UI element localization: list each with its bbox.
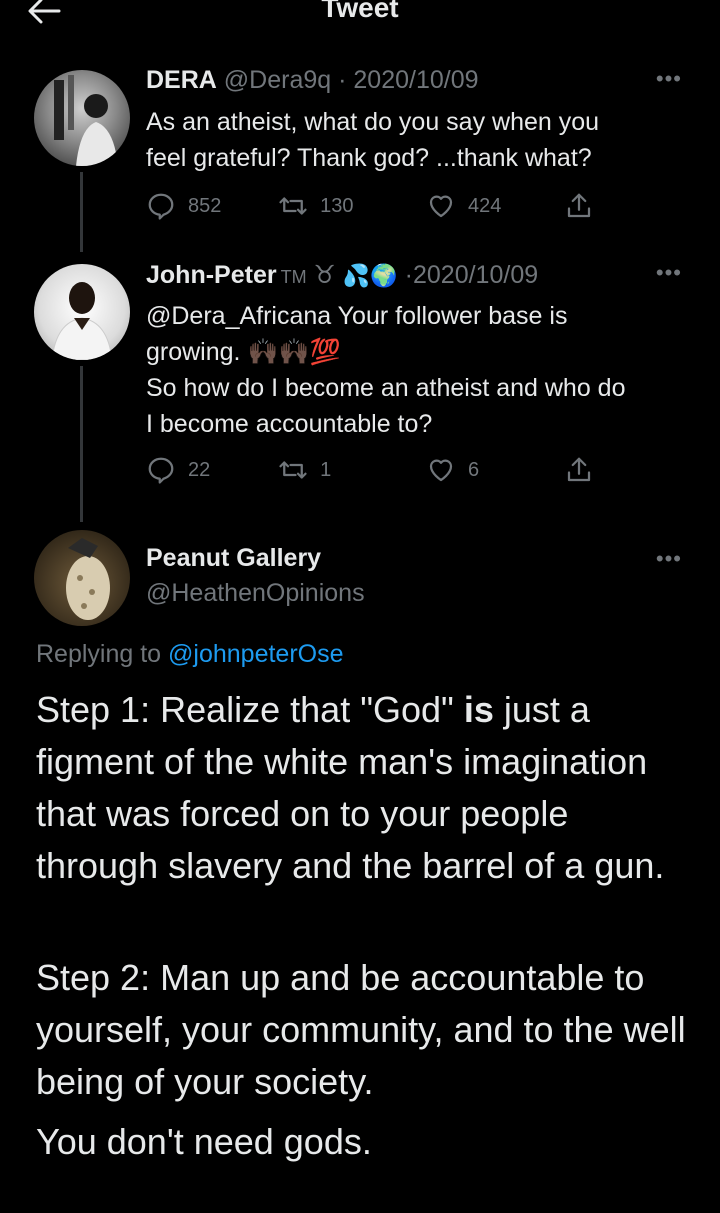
reply-icon [148, 457, 174, 484]
author-name[interactable]: Peanut Gallery [146, 544, 365, 573]
like-button[interactable]: 6 [426, 455, 564, 485]
avatar-photo [66, 538, 110, 620]
author-handle[interactable]: @Dera9q [224, 66, 331, 94]
thread-connector [80, 366, 83, 522]
retweet-count: 1 [320, 458, 332, 481]
like-button[interactable]: 424 [426, 191, 564, 221]
replying-handle-link[interactable]: @johnpeterOse [168, 640, 343, 668]
author-name[interactable]: John-Peter [146, 261, 277, 289]
reply-icon [148, 193, 174, 220]
like-icon [429, 195, 453, 218]
like-count: 6 [467, 458, 480, 481]
tweet-line: I become accountable to? [146, 410, 433, 438]
reply-button[interactable]: 22 [146, 455, 278, 485]
tweet-line: So how do I become an atheist and who do [146, 374, 626, 402]
tweet-paragraph: You don't need gods. [36, 1121, 372, 1162]
tweet-paragraph: Step 2: Man up and be accountable to you… [36, 957, 686, 1102]
avatar-photo [54, 75, 118, 166]
tweet-header: DERA @Dera9q · 2020/10/09 [146, 66, 479, 95]
author-name[interactable]: DERA [146, 66, 217, 94]
avatar-photo [51, 282, 113, 360]
more-icon[interactable]: ••• [656, 260, 682, 286]
tweet-text: As an atheist, what do you say when you … [146, 104, 696, 176]
author-emojis: 💦🌍 [342, 263, 398, 288]
avatar[interactable] [34, 530, 130, 626]
tweet-line: @Dera_Africana Your follower base is [146, 302, 568, 330]
reply-count: 852 [188, 194, 222, 217]
retweet-icon [279, 197, 307, 215]
author-symbol: ♉ [313, 261, 336, 289]
author-badge: TM [280, 267, 307, 287]
separator-dot: · [338, 66, 347, 94]
tweet-text: @Dera_Africana Your follower base is gro… [146, 298, 696, 442]
bold-word: is [463, 689, 494, 730]
tweet-line: growing. 🙌🏿🙌🏿💯 [146, 338, 341, 366]
action-bar: 852 130 424 [146, 188, 606, 224]
tweet-date[interactable]: 2020/10/09 [413, 261, 538, 289]
replying-to: Replying to @johnpeterOse [36, 640, 344, 669]
retweet-button[interactable]: 130 [278, 191, 426, 221]
author-handle[interactable]: @HeathenOpinions [146, 579, 365, 608]
share-button[interactable] [564, 455, 606, 485]
tweet-paragraph: Step 1: Realize that "God" is just a fig… [36, 689, 665, 886]
more-icon[interactable]: ••• [656, 66, 682, 92]
like-icon [429, 459, 453, 482]
tweet-date[interactable]: 2020/10/09 [353, 66, 478, 94]
separator-dot: · [404, 261, 413, 289]
retweet-button[interactable]: 1 [278, 455, 426, 485]
avatar[interactable] [34, 70, 130, 166]
thread-connector [80, 172, 83, 252]
tweet-line: As an atheist, what do you say when you [146, 108, 600, 136]
retweet-icon [279, 461, 307, 479]
share-icon [567, 193, 591, 218]
tweet-header: John-Peter TM ♉ 💦🌍 ·2020/10/09 [146, 260, 538, 290]
action-bar: 22 1 6 [146, 452, 606, 488]
mention-link[interactable]: @Dera_Africana [146, 302, 331, 330]
more-icon[interactable]: ••• [656, 546, 682, 572]
share-button[interactable] [564, 191, 606, 221]
replying-label: Replying to [36, 640, 162, 668]
retweet-count: 130 [320, 194, 354, 217]
tweet-line: feel grateful? Thank god? ...thank what? [146, 144, 592, 172]
share-icon [567, 457, 591, 482]
reply-button[interactable]: 852 [146, 191, 278, 221]
reply-count: 22 [188, 458, 211, 481]
like-count: 424 [467, 194, 502, 217]
avatar[interactable] [34, 264, 130, 360]
tweet-header: Peanut Gallery @HeathenOpinions [146, 544, 365, 608]
page-title: Tweet [321, 0, 399, 23]
top-bar: Tweet [0, 0, 720, 30]
